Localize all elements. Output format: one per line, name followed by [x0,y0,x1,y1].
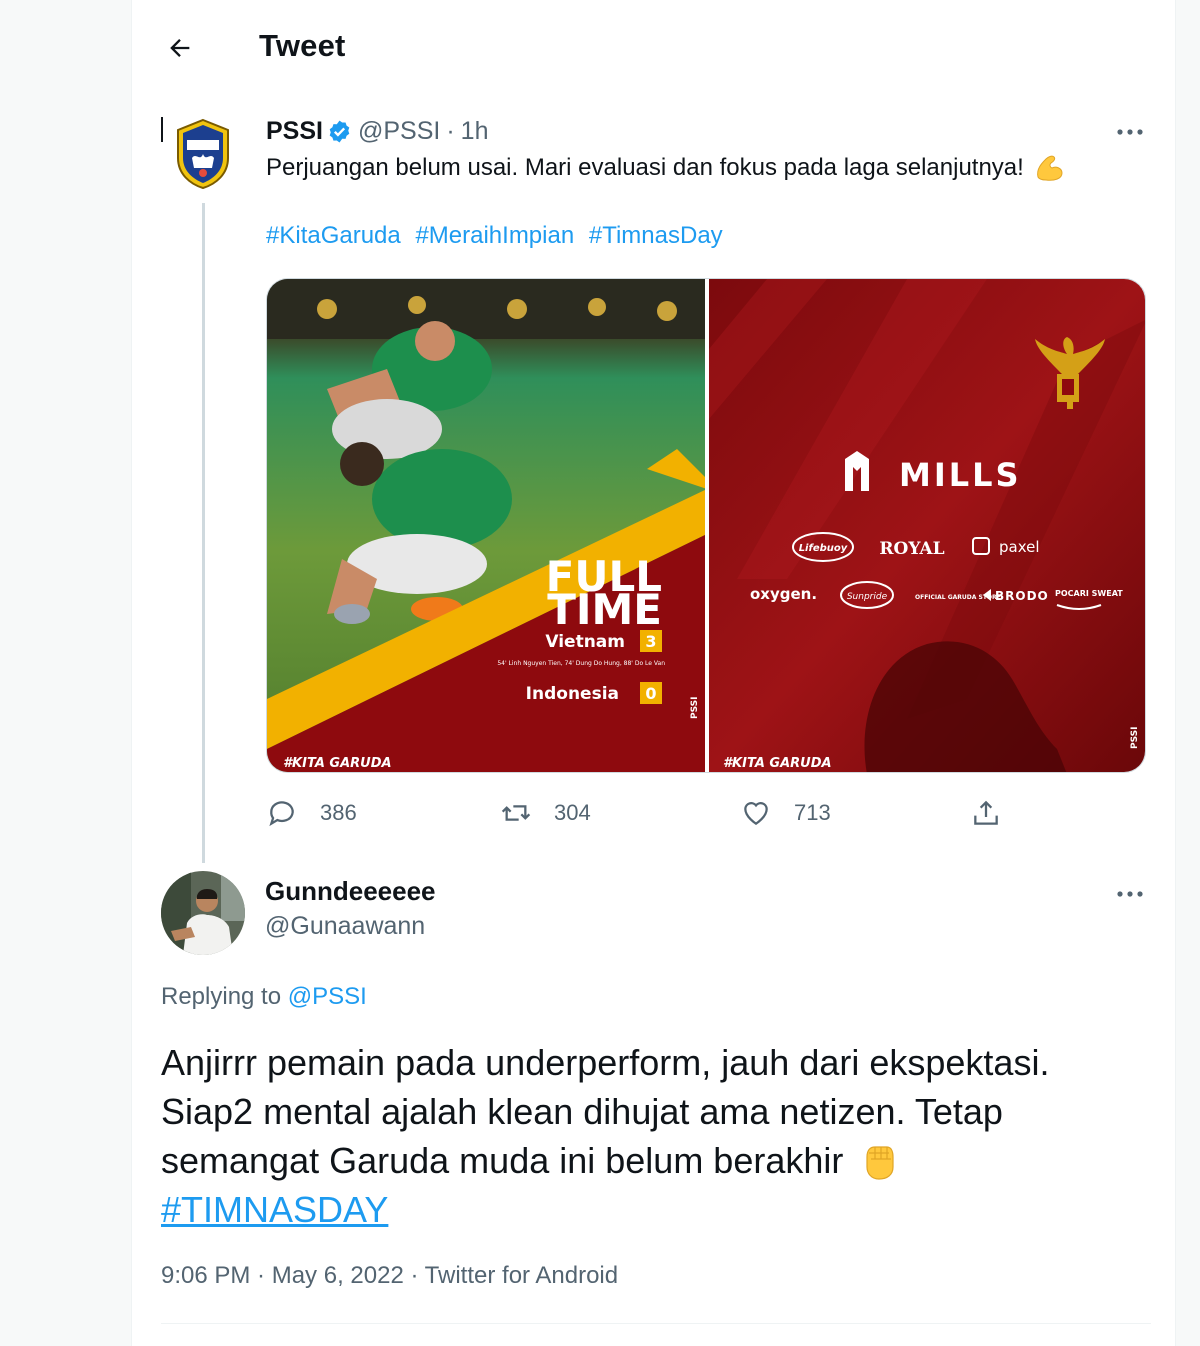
sponsor-row1-item: Lifebuoy [799,543,848,554]
like-count: 713 [794,800,831,825]
kita-garuda-tag: #KITA GARUDA [723,756,832,771]
team-1-name: Vietnam [545,632,625,652]
top-header: Tweet [132,0,1175,95]
hashtag-link[interactable]: #TIMNASDAY [161,1189,388,1230]
sponsor-row1-item: paxel [999,538,1040,556]
tweet-media[interactable]: FULL TIME Vietnam 3 54' Linh Nguyen Tien… [266,278,1146,773]
reply-author-handle[interactable]: @Gunaawann [265,912,425,941]
team-1-score: 3 [645,632,656,651]
text-cursor [161,117,163,142]
more-options-button[interactable] [1110,118,1150,146]
more-horizontal-icon [1117,129,1143,135]
more-options-button[interactable] [1110,880,1150,908]
sponsor-row2-item: oxygen. [750,585,817,603]
tweet-hashtags: #KitaGaruda #MeraihImpian #TimnasDay [266,222,731,250]
tweet-author-row: PSSI @PSSI · 1h [266,114,488,148]
tweet-actions: 386 304 713 [266,793,1146,833]
fulltime-line-2: TIME [547,585,662,634]
hashtag-link[interactable]: #KitaGaruda [266,222,401,249]
pssi-avatar[interactable] [172,118,234,190]
arrow-left-icon [170,39,190,57]
hashtag-link[interactable]: #TimnasDay [589,222,723,249]
reply-icon [269,801,294,827]
retweet-count: 304 [554,800,591,825]
share-button[interactable] [970,793,1024,833]
team-2-name: Indonesia [526,684,619,704]
team-2-score: 0 [645,684,656,703]
fulltime-graphic: FULL TIME Vietnam 3 54' Linh Nguyen Tien… [267,279,707,772]
pssi-logo [177,118,229,190]
hashtag-link[interactable]: #MeraihImpian [415,222,574,249]
sponsor-row1-item: ROYAL [879,539,944,559]
kita-garuda-tag: #KITA GARUDA [283,756,392,771]
reply-body: Anjirrr pemain pada underperform, jauh d… [161,1042,1050,1181]
reply-button[interactable]: 386 [266,793,357,833]
scorers-line: 54' Linh Nguyen Tien, 74' Dung Do Hung, … [497,660,665,667]
heart-icon [744,802,768,826]
back-button[interactable] [160,28,200,68]
thread-line [202,203,205,863]
sponsor-row2-item: BRODO [995,589,1049,603]
sponsor-main: MILLS [899,456,1022,494]
retweet-button[interactable]: 304 [500,793,591,833]
pssi-side-tag: PSSI [690,696,700,719]
sponsor-row2-item: Sunpride [847,592,888,602]
replying-to-link[interactable]: @PSSI [288,983,367,1010]
more-horizontal-icon [1117,891,1143,897]
pssi-side-tag: PSSI [1130,726,1140,749]
tweet-text: Perjuangan belum usai. Mari evaluasi dan… [266,151,1066,185]
like-button[interactable]: 713 [740,793,831,833]
reply-count: 386 [320,800,357,825]
reply-author-name[interactable]: Gunndeeeeee [265,876,436,907]
reply-text: Anjirrr pemain pada underperform, jauh d… [161,1038,1121,1234]
raised-fist-emoji-icon [866,1146,894,1180]
user-photo [161,871,245,955]
media-grid: FULL TIME Vietnam 3 54' Linh Nguyen Tien… [267,279,1145,772]
replying-to-line: Replying to @PSSI [161,983,367,1011]
divider [161,1323,1151,1324]
author-name[interactable]: PSSI [266,117,323,146]
tweet-time[interactable]: 1h [461,117,489,146]
share-icon [974,800,998,825]
verified-badge-icon [329,120,350,142]
replying-to-label: Replying to [161,983,282,1010]
separator-dot: · [446,116,455,145]
tweet-column: Tweet PSSI @PSSI · 1h Perjuangan belum u… [131,0,1176,1346]
sponsor-graphic: MILLS Lifebuoy ROYAL paxel oxygen. Sunpr… [709,279,1145,772]
tweet-meta: 9:06 PM · May 6, 2022 · Twitter for Andr… [161,1262,619,1289]
page-title: Tweet [259,28,346,63]
retweet-icon [501,805,531,821]
flexed-biceps-emoji-icon [1036,155,1063,181]
reply-avatar[interactable] [161,871,245,955]
sponsor-row2-item: POCARI SWEAT [1055,589,1123,598]
tweet-body: Perjuangan belum usai. Mari evaluasi dan… [266,154,1024,181]
author-handle[interactable]: @PSSI [358,117,440,146]
